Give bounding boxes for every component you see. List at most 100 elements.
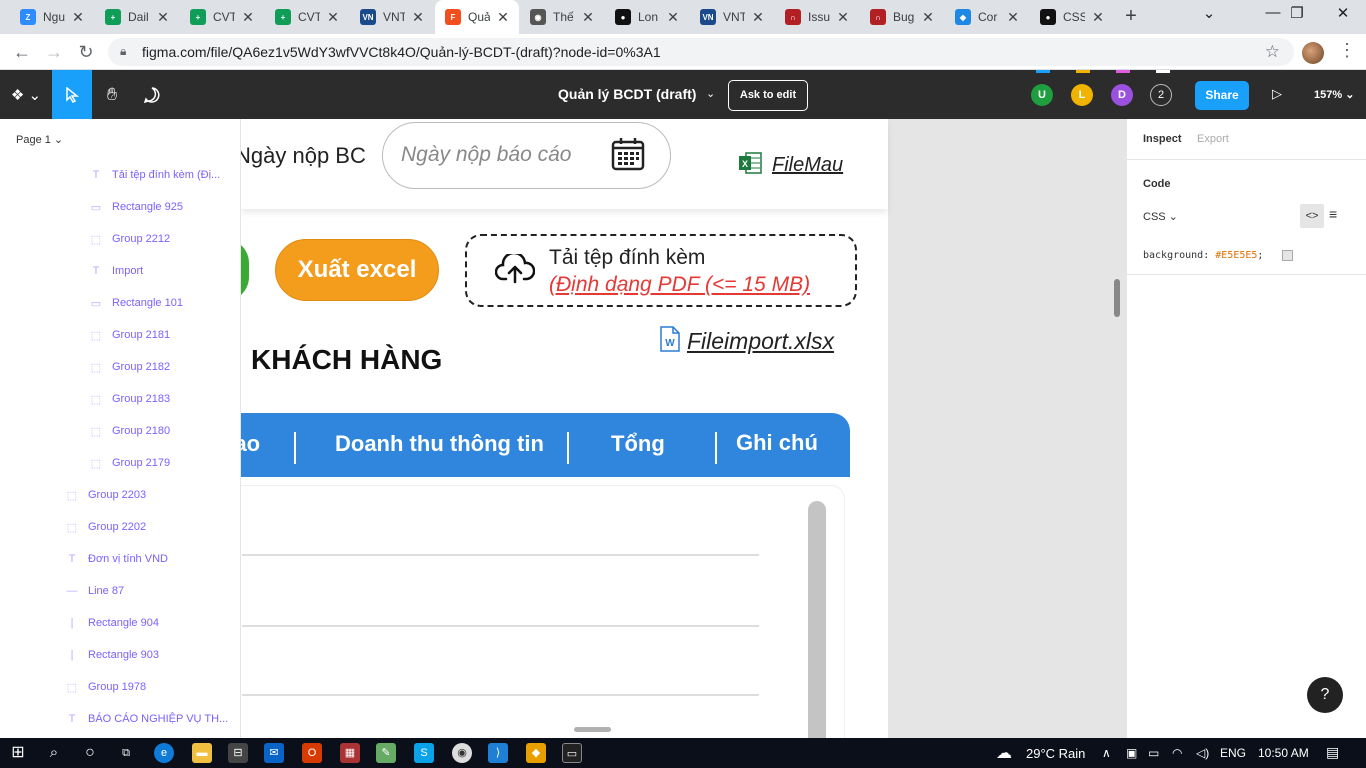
date-input[interactable]: Ngày nộp báo cáo: [382, 122, 671, 189]
cortana-icon[interactable]: ○: [80, 743, 100, 763]
browser-tab[interactable]: Z Ngu ✕: [10, 0, 94, 34]
color-swatch[interactable]: [1282, 250, 1293, 261]
calendar-icon[interactable]: [611, 137, 645, 176]
close-tab-icon[interactable]: ✕: [580, 9, 596, 25]
chevron-down-icon[interactable]: ⌄: [706, 87, 715, 100]
reload-icon[interactable]: ↻: [74, 40, 98, 64]
canvas-scrollbar[interactable]: [1114, 279, 1120, 317]
skype-icon[interactable]: S: [414, 743, 434, 763]
bookmark-star-icon[interactable]: ☆: [1265, 42, 1280, 62]
tab-export[interactable]: Export: [1197, 133, 1229, 145]
task-view-icon[interactable]: ⧉: [116, 743, 136, 763]
ask-to-edit-button[interactable]: Ask to edit: [728, 80, 808, 111]
close-tab-icon[interactable]: ✕: [1090, 9, 1106, 25]
tab-inspect[interactable]: Inspect: [1143, 133, 1182, 145]
close-tab-icon[interactable]: ✕: [835, 9, 851, 25]
close-tab-icon[interactable]: ✕: [240, 9, 256, 25]
present-play-icon[interactable]: ▷: [1272, 86, 1282, 102]
file-mau-link[interactable]: X FileMau: [738, 152, 843, 179]
close-tab-icon[interactable]: ✕: [1005, 9, 1021, 25]
close-tab-icon[interactable]: ✕: [665, 9, 681, 25]
green-action-button[interactable]: [241, 239, 249, 301]
code-view-icon[interactable]: <>: [1300, 204, 1324, 228]
store-icon[interactable]: ⊟: [228, 743, 248, 763]
browser-tab[interactable]: + CVT ✕: [265, 0, 349, 34]
css-value[interactable]: #E5E5E5: [1215, 250, 1257, 261]
collaborator-avatar[interactable]: U: [1031, 84, 1053, 106]
help-button[interactable]: ?: [1307, 677, 1343, 713]
browser-tab[interactable]: VN VNT ✕: [350, 0, 434, 34]
browser-tab[interactable]: ◆ Cor ✕: [945, 0, 1029, 34]
list-view-icon[interactable]: ≡: [1329, 206, 1337, 222]
new-tab-button[interactable]: +: [1119, 5, 1143, 28]
hand-tool-icon[interactable]: ✋︎: [92, 70, 132, 119]
layer-item[interactable]: ▭ Rectangle 101: [84, 287, 183, 319]
layer-item[interactable]: ⬚ Group 2203: [60, 479, 146, 511]
browser-menu-icon[interactable]: ⋮: [1338, 40, 1356, 61]
close-tab-icon[interactable]: ✕: [325, 9, 341, 25]
layer-item[interactable]: ⬚ Group 2181: [84, 319, 170, 351]
file-import-link[interactable]: W Fileimport.xlsx: [660, 326, 834, 357]
horizontal-scroll-handle[interactable]: [574, 727, 611, 732]
export-excel-button[interactable]: Xuất excel: [275, 239, 439, 301]
layer-item[interactable]: ⬚ Group 2182: [84, 351, 170, 383]
layer-item[interactable]: ⬚ Group 2179: [84, 447, 170, 479]
layer-item[interactable]: T BÁO CÁO NGHIỆP VỤ TH...: [60, 703, 229, 735]
edge-icon[interactable]: e: [154, 743, 174, 763]
chrome-icon[interactable]: ◉: [452, 743, 472, 763]
chevron-up-icon[interactable]: ∧: [1102, 746, 1111, 760]
browser-tab[interactable]: ● CSS ✕: [1030, 0, 1114, 34]
language-indicator[interactable]: ENG: [1220, 746, 1246, 760]
weather-text[interactable]: 29°C Rain: [1026, 746, 1085, 761]
layer-item[interactable]: T Import: [84, 255, 144, 287]
battery-icon[interactable]: ▭: [1148, 746, 1159, 760]
close-tab-icon[interactable]: ✕: [155, 9, 171, 25]
url-text[interactable]: figma.com/file/QA6ez1v5WdY3wfVVCt8k4O/Qu…: [142, 44, 661, 60]
terminal-icon[interactable]: ▭: [562, 743, 582, 763]
layer-item[interactable]: ▭ Rectangle 925: [84, 191, 183, 223]
layer-item[interactable]: ⬚ Group 2212: [84, 223, 170, 255]
figma-menu-icon[interactable]: ❖ ⌄: [0, 70, 52, 119]
browser-tab[interactable]: ∩ Bug ✕: [860, 0, 944, 34]
close-tab-icon[interactable]: ✕: [70, 9, 86, 25]
browser-tab[interactable]: ● Lon ✕: [605, 0, 689, 34]
collaborator-avatar[interactable]: L: [1071, 84, 1093, 106]
profile-avatar[interactable]: [1302, 42, 1324, 64]
layer-item[interactable]: T Đơn vị tính VND: [60, 543, 168, 575]
language-select[interactable]: CSS ⌄: [1143, 210, 1178, 223]
volume-icon[interactable]: ◁): [1196, 746, 1209, 760]
attachment-upload-zone[interactable]: Tải tệp đính kèm (Định dạng PDF (<= 15 M…: [465, 234, 857, 307]
file-explorer-icon[interactable]: ▬: [192, 743, 212, 763]
mail-icon[interactable]: ✉: [264, 743, 284, 763]
forward-icon[interactable]: →: [42, 40, 66, 64]
close-tab-icon[interactable]: ✕: [920, 9, 936, 25]
close-tab-icon[interactable]: ✕: [410, 9, 426, 25]
collaborator-avatar[interactable]: D: [1111, 84, 1133, 106]
layer-item[interactable]: | Rectangle 903: [60, 639, 159, 671]
restore-button[interactable]: ❐: [1274, 4, 1320, 22]
file-title[interactable]: Quản lý BCDT (draft): [558, 86, 696, 102]
git-icon[interactable]: ◆: [526, 743, 546, 763]
browser-tab[interactable]: + Dail ✕: [95, 0, 179, 34]
design-frame[interactable]: Ngày nộp BC Ngày nộp báo cáo X FileMau X…: [241, 119, 888, 738]
windows-start-icon[interactable]: ⊞: [8, 743, 28, 763]
vscode-icon[interactable]: ⟩: [488, 743, 508, 763]
close-window-button[interactable]: ✕: [1320, 4, 1366, 22]
zoom-level[interactable]: 157% ⌄: [1314, 88, 1354, 101]
app-icon[interactable]: ✎: [376, 743, 396, 763]
clock-time[interactable]: 10:50 AM: [1258, 746, 1309, 760]
layer-item[interactable]: T Tải tệp đính kèm (Đị...: [84, 159, 221, 191]
network-icon[interactable]: ▣: [1126, 746, 1137, 760]
page-selector[interactable]: Page 1 ⌄: [16, 133, 63, 146]
layer-item[interactable]: | Rectangle 904: [60, 607, 159, 639]
notification-icon[interactable]: ▤: [1326, 744, 1339, 761]
tab-search-icon[interactable]: ⌄: [1186, 4, 1232, 22]
more-collaborators-badge[interactable]: 2: [1150, 84, 1172, 106]
app-icon[interactable]: ▦: [340, 743, 360, 763]
back-icon[interactable]: ←: [10, 40, 34, 64]
table-scrollbar[interactable]: [808, 501, 826, 738]
layer-item[interactable]: ⬚ Group 2180: [84, 415, 170, 447]
search-icon[interactable]: ⌕: [44, 743, 64, 763]
browser-tab[interactable]: + CVT ✕: [180, 0, 264, 34]
browser-tab[interactable]: ∩ Issu ✕: [775, 0, 859, 34]
